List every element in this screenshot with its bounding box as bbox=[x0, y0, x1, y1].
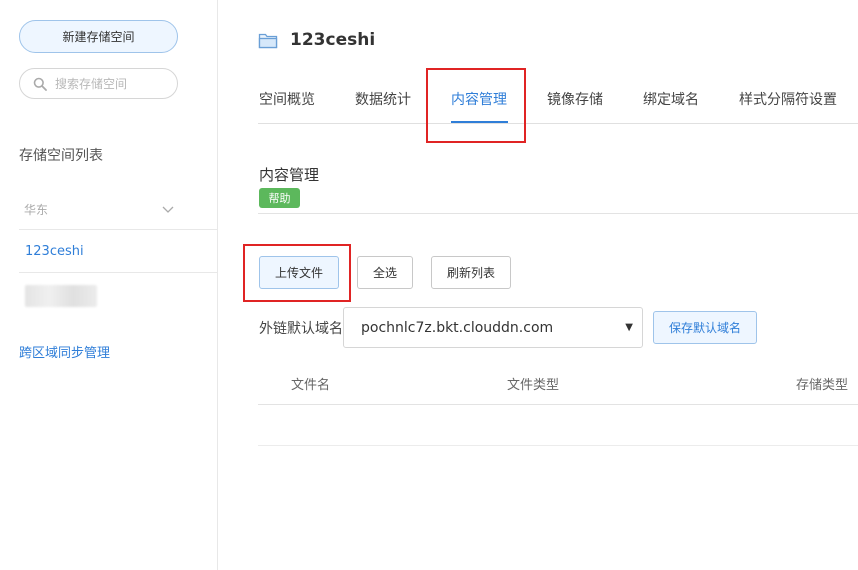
bucket-name: 123ceshi bbox=[25, 243, 84, 259]
region-label: 华东 bbox=[24, 203, 49, 217]
bucket-search-input[interactable] bbox=[53, 75, 167, 92]
sidebar-item-bucket[interactable]: 123ceshi bbox=[19, 230, 218, 273]
file-table-header: 文件名 文件类型 存储类型 bbox=[258, 362, 858, 405]
region-group-east-china[interactable]: 华东 bbox=[19, 190, 218, 230]
new-bucket-button[interactable]: 新建存储空间 bbox=[19, 20, 178, 53]
tab-overview[interactable]: 空间概览 bbox=[259, 89, 315, 109]
tab-mirror-storage[interactable]: 镜像存储 bbox=[547, 89, 603, 109]
dropdown-arrow-icon: ▼ bbox=[625, 322, 633, 333]
bucket-icon bbox=[258, 33, 278, 49]
page-title: 123ceshi bbox=[258, 30, 375, 50]
divider bbox=[258, 213, 858, 214]
select-all-button[interactable]: 全选 bbox=[357, 256, 413, 289]
column-header-storagetype[interactable]: 存储类型 bbox=[796, 374, 848, 393]
upload-file-button[interactable]: 上传文件 bbox=[259, 256, 339, 289]
sidebar: 新建存储空间 存储空间列表 华东 123ceshi 跨区域同步管理 bbox=[0, 0, 218, 570]
tab-content-management[interactable]: 内容管理 bbox=[451, 89, 507, 109]
cross-region-sync-link[interactable]: 跨区域同步管理 bbox=[19, 342, 110, 361]
column-header-filename[interactable]: 文件名 bbox=[291, 374, 330, 393]
help-badge[interactable]: 帮助 bbox=[259, 188, 300, 208]
default-domain-value: pochnlc7z.bkt.clouddn.com bbox=[361, 319, 554, 336]
column-header-filetype[interactable]: 文件类型 bbox=[507, 374, 559, 393]
bucket-list-title: 存储空间列表 bbox=[19, 148, 103, 164]
save-default-domain-button[interactable]: 保存默认域名 bbox=[653, 311, 757, 344]
bucket-title: 123ceshi bbox=[290, 30, 376, 50]
bucket-search-field[interactable] bbox=[19, 68, 178, 99]
tab-style-separator[interactable]: 样式分隔符设置 bbox=[739, 89, 837, 109]
default-domain-select[interactable]: pochnlc7z.bkt.clouddn.com ▼ bbox=[343, 307, 643, 348]
tab-bar: 空间概览 数据统计 内容管理 镜像存储 绑定域名 样式分隔符设置 bbox=[258, 72, 858, 124]
active-tab-indicator bbox=[451, 121, 508, 123]
file-table-body bbox=[258, 405, 858, 446]
search-icon bbox=[33, 77, 47, 91]
section-title: 内容管理 bbox=[259, 166, 320, 184]
refresh-list-button[interactable]: 刷新列表 bbox=[431, 256, 511, 289]
tab-statistics[interactable]: 数据统计 bbox=[355, 89, 411, 109]
chevron-down-icon bbox=[162, 206, 174, 213]
default-domain-label: 外链默认域名 bbox=[259, 321, 343, 337]
redacted-bucket-item[interactable] bbox=[25, 285, 97, 307]
tab-bind-domain[interactable]: 绑定域名 bbox=[643, 89, 699, 109]
